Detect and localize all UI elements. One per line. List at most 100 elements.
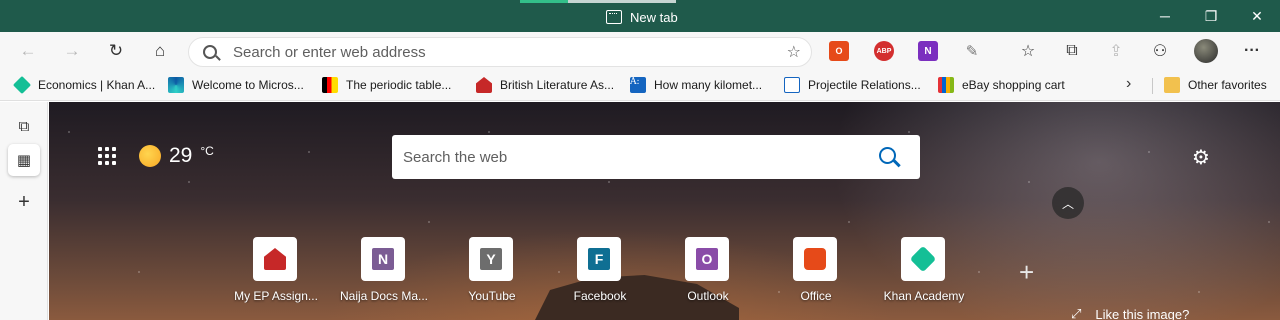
periodic-table-icon	[322, 77, 338, 93]
collections-icon[interactable]: ⧉	[1060, 39, 1084, 63]
favorite-label: How many kilomet...	[654, 78, 763, 92]
tile-label: Facebook	[573, 289, 627, 303]
like-image-prompt[interactable]: ⤢ Like this image?	[1071, 306, 1189, 320]
search-icon[interactable]	[879, 147, 896, 164]
quick-link-tile[interactable]: N Naija Docs Ma...	[334, 237, 434, 303]
temperature-value: 29	[169, 144, 193, 167]
school-icon	[476, 77, 492, 93]
letter-y-icon: Y	[480, 248, 502, 270]
onenote-extension-icon[interactable]: N	[918, 41, 938, 61]
title-bar: New tab ─ ❐ ✕	[0, 0, 1280, 32]
letter-o-icon: O	[696, 248, 718, 270]
tab-actions-icon[interactable]: ⧉	[8, 110, 40, 142]
office-extension-icon[interactable]: O	[829, 41, 849, 61]
weather-widget[interactable]: 29 °C	[139, 144, 214, 168]
favorite-label: eBay shopping cart	[962, 78, 1065, 92]
quick-link-tile[interactable]: Y YouTube	[442, 237, 542, 303]
tile-icon-box	[901, 237, 945, 281]
web-search-box[interactable]: Search the web	[392, 135, 920, 179]
app-launcher-icon[interactable]	[98, 147, 116, 165]
minimize-button[interactable]: ─	[1142, 0, 1188, 32]
document-icon	[784, 77, 800, 93]
settings-menu-icon[interactable]: ···	[1240, 39, 1264, 63]
maximize-button[interactable]: ❐	[1188, 0, 1234, 32]
forward-button[interactable]: →	[57, 37, 87, 65]
profile-avatar[interactable]	[1194, 39, 1218, 63]
expand-icon: ⤢	[1071, 306, 1082, 320]
tile-label: YouTube	[468, 289, 516, 303]
quick-link-tile[interactable]: My EP Assign...	[226, 237, 326, 303]
ebay-icon	[938, 77, 954, 93]
favorite-label: Economics | Khan A...	[38, 78, 156, 92]
divider	[1152, 78, 1153, 94]
active-tab-icon[interactable]: ▦	[8, 144, 40, 176]
web-search-placeholder[interactable]: Search the web	[403, 149, 507, 166]
favorite-item[interactable]: British Literature As...	[476, 76, 614, 94]
letter-f-icon: F	[588, 248, 610, 270]
new-tab-page: 29 °C Search the web ⚙ ︿ My EP Assign...…	[49, 102, 1280, 320]
navigation-toolbar: ← → ↻ ⌂ Search or enter web address ☆ O …	[0, 32, 1280, 70]
favorites-icon[interactable]: ☆	[1016, 39, 1040, 63]
folder-icon	[1164, 77, 1180, 93]
quick-link-tile[interactable]: Khan Academy	[874, 237, 974, 303]
tab-title-label: New tab	[630, 9, 678, 25]
tile-icon-box	[253, 237, 297, 281]
edge-icon	[168, 77, 184, 93]
quick-link-tile[interactable]: F Facebook	[550, 237, 650, 303]
favorite-label: Projectile Relations...	[808, 78, 921, 92]
like-image-text: Like this image?	[1095, 306, 1190, 320]
add-shortcut-icon[interactable]: +	[1019, 257, 1034, 288]
favorites-bar: Economics | Khan A... Welcome to Micros.…	[0, 70, 1280, 101]
pen-extension-icon[interactable]: ✎	[962, 41, 982, 61]
school-icon	[264, 248, 286, 270]
favorite-item[interactable]: eBay shopping cart	[938, 76, 1065, 94]
refresh-button[interactable]: ↻	[101, 37, 131, 65]
tile-label: Khan Academy	[883, 289, 965, 303]
home-button[interactable]: ⌂	[145, 37, 175, 65]
favorite-item[interactable]: Economics | Khan A...	[12, 75, 156, 95]
tile-label: Office	[800, 289, 832, 303]
new-tab-icon	[606, 10, 622, 24]
tile-icon-box: N	[361, 237, 405, 281]
close-button[interactable]: ✕	[1234, 0, 1280, 32]
search-icon	[203, 45, 217, 59]
tile-label: Naija Docs Ma...	[339, 289, 429, 303]
vertical-tab-sidebar: ⧉ ▦ +	[0, 102, 48, 320]
address-bar[interactable]: Search or enter web address ☆	[188, 37, 812, 67]
az-icon: A:	[630, 77, 646, 93]
quick-link-tile[interactable]: O Outlook	[658, 237, 758, 303]
tile-label: My EP Assign...	[234, 289, 318, 303]
favorite-label: The periodic table...	[346, 78, 452, 92]
office-icon	[804, 248, 826, 270]
favorite-label: Welcome to Micros...	[192, 78, 304, 92]
tile-label: Outlook	[687, 289, 729, 303]
favorite-item[interactable]: Welcome to Micros...	[168, 76, 304, 94]
khan-academy-icon	[909, 245, 937, 273]
sun-icon	[139, 145, 161, 167]
tab-accent-secondary	[568, 0, 676, 3]
new-tab-plus-icon[interactable]: +	[8, 186, 40, 218]
khan-academy-icon	[12, 75, 32, 95]
favorite-label: British Literature As...	[500, 78, 615, 92]
favorite-item[interactable]: The periodic table...	[322, 76, 451, 94]
other-favorites-label: Other favorites	[1188, 78, 1267, 92]
tile-icon-box	[793, 237, 837, 281]
other-favorites-folder[interactable]: Other favorites	[1164, 76, 1267, 94]
chevron-up-icon[interactable]: ︿	[1052, 187, 1084, 219]
tile-icon-box: O	[685, 237, 729, 281]
extensions-icon[interactable]: ⚇	[1148, 39, 1172, 63]
tab-new-tab[interactable]: New tab	[606, 8, 678, 26]
favorite-item[interactable]: A: How many kilomet...	[630, 76, 762, 94]
address-placeholder[interactable]: Search or enter web address	[233, 44, 426, 61]
quick-link-tile[interactable]: Office	[766, 237, 866, 303]
page-settings-icon[interactable]: ⚙	[1192, 145, 1210, 170]
add-favorite-icon[interactable]: ☆	[787, 42, 801, 62]
adblock-plus-extension-icon[interactable]: ABP	[874, 41, 894, 61]
back-button[interactable]: ←	[13, 37, 43, 65]
favorite-item[interactable]: Projectile Relations...	[784, 76, 921, 94]
tile-icon-box: Y	[469, 237, 513, 281]
share-icon[interactable]: ⇪	[1104, 39, 1128, 63]
temperature-unit: °C	[200, 144, 214, 158]
letter-n-icon: N	[372, 248, 394, 270]
chevron-right-icon[interactable]: ›	[1126, 75, 1131, 93]
